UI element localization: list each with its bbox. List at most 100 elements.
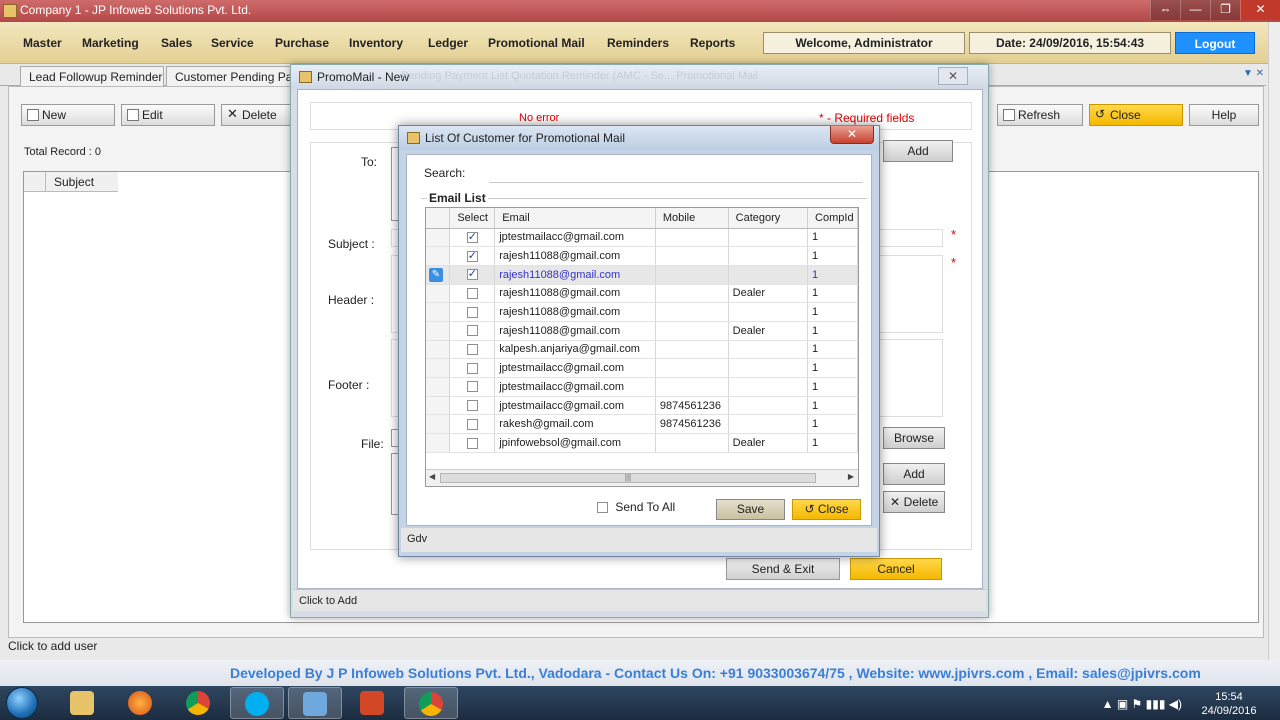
browse-button[interactable]: Browse <box>883 427 945 449</box>
email-cell[interactable]: rajesh11088@gmail.com <box>494 321 656 341</box>
table-row[interactable]: jptestmailacc@gmail.com 1 <box>426 377 858 397</box>
mobile-cell[interactable] <box>655 377 729 397</box>
tab-lead-followup-reminder[interactable]: Lead Followup Reminder <box>20 66 164 86</box>
taskbar-chrome-2[interactable] <box>404 687 458 719</box>
mobile-cell[interactable] <box>655 228 729 248</box>
help-button[interactable]: Help <box>1189 104 1259 126</box>
select-checkbox[interactable] <box>466 362 478 374</box>
email-cell[interactable]: rajesh11088@gmail.com <box>494 284 656 304</box>
start-button-icon[interactable] <box>6 687 38 719</box>
compid-cell[interactable]: 1 <box>807 246 858 266</box>
table-row[interactable]: ✎ rajesh11088@gmail.com 1 <box>426 265 858 285</box>
category-cell[interactable] <box>728 414 809 435</box>
send-exit-button[interactable]: Send & Exit <box>726 558 840 580</box>
column-compid[interactable]: CompId <box>807 208 858 229</box>
select-checkbox[interactable] <box>466 325 478 337</box>
promomail-close-icon[interactable]: ✕ <box>938 67 968 85</box>
scroll-left-icon[interactable]: ◀ <box>429 472 435 481</box>
table-row[interactable]: rajesh11088@gmail.com Dealer 1 <box>426 321 858 341</box>
send-to-all-checkbox[interactable] <box>597 502 608 514</box>
category-cell[interactable] <box>728 340 809 360</box>
row-header[interactable] <box>426 228 451 248</box>
logout-button[interactable]: Logout <box>1175 32 1255 54</box>
email-cell[interactable]: jptestmailacc@gmail.com <box>494 358 656 378</box>
select-checkbox[interactable] <box>466 249 478 262</box>
taskbar-chrome[interactable] <box>172 687 226 719</box>
email-cell[interactable]: jptestmailacc@gmail.com <box>494 377 656 397</box>
menu-service[interactable]: Service <box>211 36 254 50</box>
compid-cell[interactable]: 1 <box>807 228 858 248</box>
category-cell[interactable] <box>728 265 809 285</box>
row-header[interactable] <box>426 302 451 322</box>
column-mobile[interactable]: Mobile <box>655 208 729 229</box>
mobile-cell[interactable] <box>655 284 729 304</box>
taskbar-app[interactable] <box>288 687 342 719</box>
compid-cell[interactable]: 1 <box>807 396 858 416</box>
table-row[interactable]: rajesh11088@gmail.com Dealer 1 <box>426 284 858 304</box>
category-cell[interactable]: Dealer <box>728 433 809 453</box>
select-checkbox[interactable] <box>466 381 478 393</box>
mobile-cell[interactable] <box>655 265 729 285</box>
mobile-cell[interactable]: 9874561236 <box>655 414 729 435</box>
select-checkbox[interactable] <box>466 230 478 243</box>
row-header[interactable] <box>426 246 451 266</box>
category-cell[interactable]: Dealer <box>728 284 809 304</box>
email-cell[interactable]: jpinfowebsol@gmail.com <box>494 433 656 453</box>
search-input[interactable] <box>489 164 863 183</box>
add-recipient-button[interactable]: Add <box>883 140 953 162</box>
email-cell[interactable]: kalpesh.anjariya@gmail.com <box>494 340 656 360</box>
taskbar-skype[interactable] <box>230 687 284 719</box>
row-header[interactable] <box>426 396 451 416</box>
email-cell[interactable]: rajesh11088@gmail.com <box>494 302 656 322</box>
row-header[interactable] <box>426 377 451 397</box>
table-row[interactable]: kalpesh.anjariya@gmail.com 1 <box>426 340 858 360</box>
email-cell[interactable]: jptestmailacc@gmail.com <box>494 396 656 416</box>
compid-cell[interactable]: 1 <box>807 321 858 341</box>
compid-cell[interactable]: 1 <box>807 340 858 360</box>
row-header[interactable] <box>426 340 451 360</box>
menu-master[interactable]: Master <box>23 36 62 50</box>
clock[interactable]: 15:54 24/09/2016 <box>1194 690 1264 718</box>
mobile-cell[interactable] <box>655 340 729 360</box>
category-cell[interactable] <box>728 377 809 397</box>
email-grid[interactable]: Select Email Mobile Category CompId jpte… <box>425 207 859 487</box>
select-checkbox[interactable] <box>466 400 478 412</box>
add-attachment-button[interactable]: Add <box>883 463 945 485</box>
close-button[interactable]: ↺ Close <box>1089 104 1183 126</box>
email-cell[interactable]: rajesh11088@gmail.com <box>494 265 656 285</box>
menu-marketing[interactable]: Marketing <box>82 36 139 50</box>
select-checkbox[interactable] <box>466 437 478 449</box>
mobile-cell[interactable]: 9874561236 <box>655 396 729 416</box>
column-email[interactable]: Email <box>494 208 656 229</box>
compid-cell[interactable]: 1 <box>807 358 858 378</box>
dialog-close-icon[interactable]: ✕ <box>830 126 874 144</box>
row-header[interactable] <box>426 433 451 453</box>
subject-column-header[interactable]: Subject <box>46 172 118 192</box>
select-checkbox[interactable] <box>466 418 478 430</box>
maximize-icon[interactable]: ❐ <box>1210 0 1240 20</box>
row-header[interactable] <box>426 358 451 378</box>
new-button[interactable]: New <box>21 104 115 126</box>
edit-button[interactable]: Edit <box>121 104 215 126</box>
taskbar-explorer[interactable] <box>56 687 110 719</box>
mobile-cell[interactable] <box>655 433 729 453</box>
minimize-icon[interactable]: — <box>1180 0 1210 20</box>
menu-inventory[interactable]: Inventory <box>349 36 403 50</box>
mobile-cell[interactable] <box>655 302 729 322</box>
mobile-cell[interactable] <box>655 358 729 378</box>
menu-ledger[interactable]: Ledger <box>428 36 468 50</box>
category-cell[interactable] <box>728 228 809 248</box>
table-row[interactable]: rakesh@gmail.com 9874561236 1 <box>426 414 858 435</box>
close-window-icon[interactable]: ✕ <box>1240 0 1280 20</box>
column-select[interactable]: Select <box>449 208 496 229</box>
main-scrollbar[interactable] <box>1268 22 1280 662</box>
grid-horizontal-scrollbar[interactable]: ◀ ||| ▶ <box>426 469 858 486</box>
tray-icons[interactable]: ▲ ▣ ⚑ ▮▮▮ ◀) <box>1102 697 1182 711</box>
email-cell[interactable]: rajesh11088@gmail.com <box>494 246 656 266</box>
mobile-cell[interactable] <box>655 246 729 266</box>
cancel-button[interactable]: Cancel <box>850 558 942 580</box>
dialog-save-button[interactable]: Save <box>716 499 785 520</box>
compid-cell[interactable]: 1 <box>807 414 858 435</box>
compid-cell[interactable]: 1 <box>807 433 858 453</box>
select-checkbox[interactable] <box>466 288 478 299</box>
